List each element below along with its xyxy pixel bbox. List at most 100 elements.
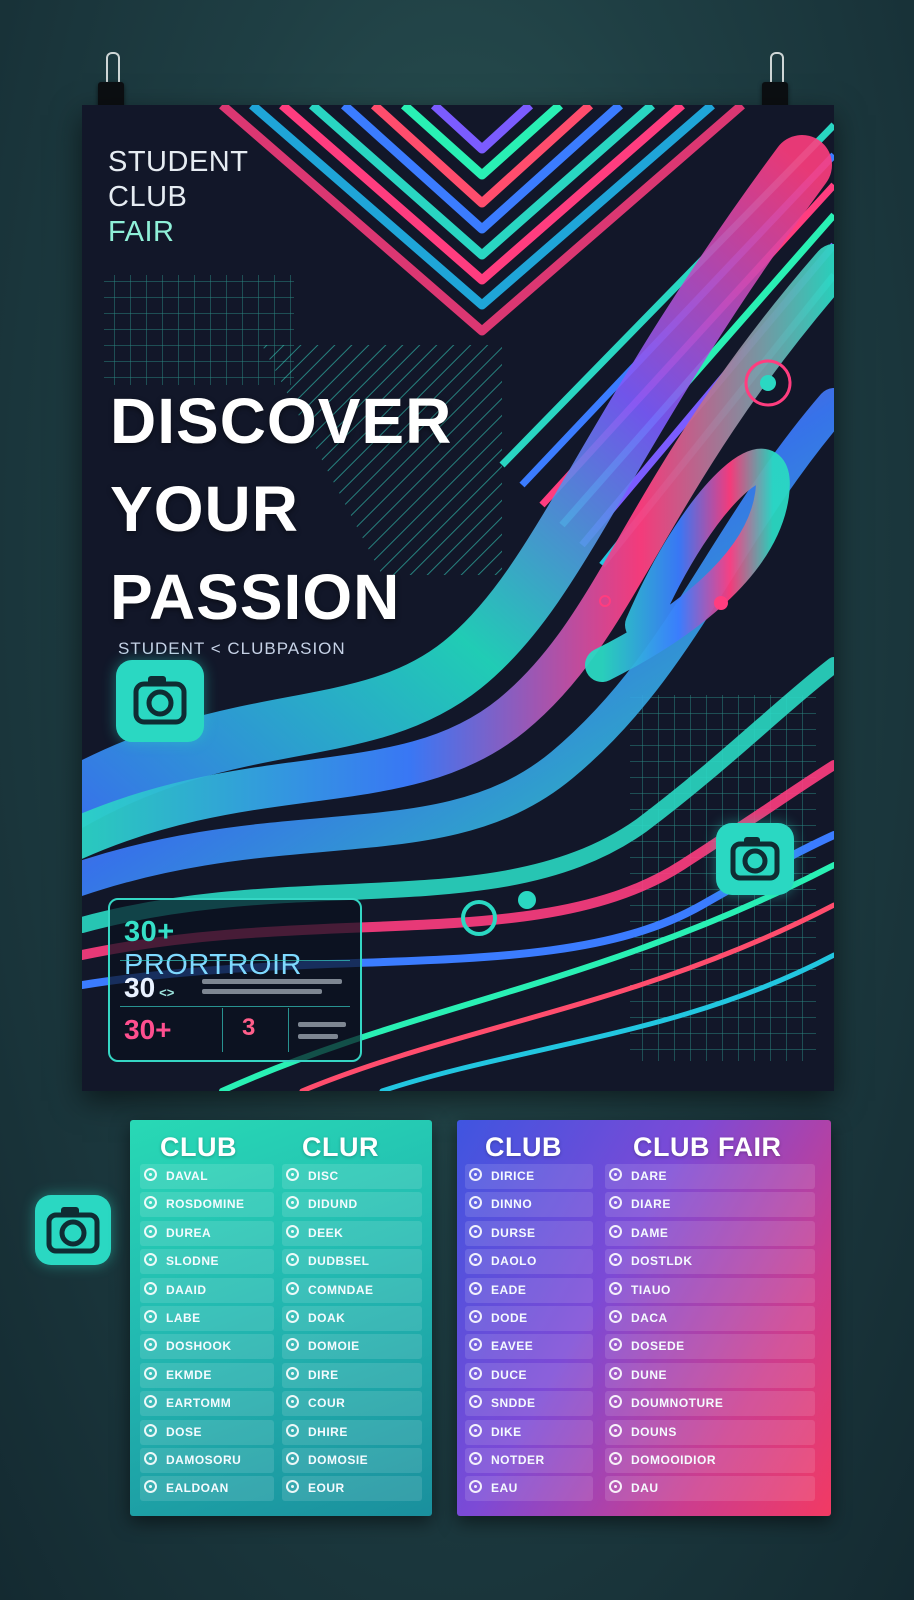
target-bullet-icon <box>286 1480 299 1494</box>
club-list-item-label: DUDBSEL <box>308 1254 370 1269</box>
target-bullet-icon <box>609 1366 622 1380</box>
target-bullet-icon <box>144 1480 157 1494</box>
club-list-item: DOSEDE <box>605 1334 815 1360</box>
camera-icon <box>35 1195 111 1265</box>
club-list-item-label: NOTDER <box>491 1452 545 1467</box>
target-bullet-icon <box>609 1253 622 1267</box>
target-bullet-icon <box>469 1309 482 1323</box>
club-list-item: DUREA <box>140 1220 274 1246</box>
target-bullet-icon <box>144 1395 157 1409</box>
club-list-item-label: ROSDOMINE <box>166 1197 245 1212</box>
club-list-item-label: DAVAL <box>166 1169 209 1183</box>
card-left-header-2: CLUR <box>302 1132 379 1162</box>
target-bullet-icon <box>286 1168 299 1181</box>
club-list-item: DOSHOOK <box>140 1334 274 1360</box>
club-list-item-label: DIRICE <box>491 1169 535 1183</box>
target-bullet-icon <box>469 1253 482 1267</box>
target-bullet-icon <box>469 1451 482 1465</box>
kicker-line-3: FAIR <box>108 216 175 248</box>
club-list-item-label: DUNE <box>631 1367 668 1382</box>
club-list-item: DIRE <box>282 1362 422 1388</box>
club-list-item-label: DOMOOIDIOR <box>631 1452 716 1467</box>
target-bullet-icon <box>609 1309 622 1323</box>
card-left-column-1: DAVAL ROSDOMINE DUREA SLODNE DAAID LABE DOSHOO… <box>140 1164 274 1505</box>
target-bullet-icon <box>286 1423 299 1437</box>
club-list-item-label: DOUNS <box>631 1424 677 1439</box>
club-list-item-label: DAOLO <box>491 1254 537 1269</box>
club-list-item-label: DIKE <box>491 1424 522 1439</box>
club-list-item-label: DHIRE <box>308 1424 348 1439</box>
target-bullet-icon <box>469 1168 482 1181</box>
club-list-item-label: DOMOIE <box>308 1339 360 1354</box>
target-bullet-icon <box>609 1423 622 1437</box>
target-bullet-icon <box>144 1253 157 1267</box>
target-bullet-icon <box>144 1281 157 1295</box>
target-bullet-icon <box>144 1196 157 1210</box>
stats-row-2-small-number: 3 <box>242 1014 256 1041</box>
club-list-item-label: EARTOMM <box>166 1396 232 1411</box>
club-list-item: DOAK <box>282 1305 422 1331</box>
club-list-item-label: DINNO <box>491 1197 533 1212</box>
stats-divider <box>120 1006 350 1007</box>
club-list-item-label: DACA <box>631 1310 668 1325</box>
club-list-item: DINNO <box>465 1192 593 1218</box>
club-list-item: DIRICE <box>465 1164 593 1189</box>
club-list-item: LABE <box>140 1305 274 1331</box>
club-list-item: DOSTLDK <box>605 1249 815 1275</box>
club-list-item-label: EADE <box>491 1282 527 1297</box>
club-list-item: DAOLO <box>465 1249 593 1275</box>
club-list-item-label: DEEK <box>308 1225 344 1240</box>
club-list-item: DOMOOIDIOR <box>605 1447 815 1473</box>
target-bullet-icon <box>609 1196 622 1210</box>
club-list-item: DAU <box>605 1476 815 1502</box>
poster-tagline: STUDENT < CLUBPASION <box>118 639 346 658</box>
club-list-item: DOSE <box>140 1419 274 1445</box>
target-bullet-icon <box>286 1366 299 1380</box>
target-bullet-icon <box>286 1309 299 1323</box>
stats-row-2-number: 30+ <box>124 1014 172 1045</box>
club-list-item-label: EAU <box>491 1481 518 1496</box>
club-list-item-label: COUR <box>308 1396 346 1411</box>
club-list-item-label: SLODNE <box>166 1254 220 1269</box>
club-list-item: DIARE <box>605 1192 815 1218</box>
target-bullet-icon <box>286 1395 299 1409</box>
club-list-item: DUDBSEL <box>282 1249 422 1275</box>
club-list-item-label: DOAK <box>308 1310 346 1325</box>
club-list-item-label: DOUMNOTURE <box>631 1396 724 1411</box>
target-bullet-icon <box>609 1338 622 1352</box>
club-list-item-label: DOSE <box>166 1424 203 1439</box>
club-list-item-label: DOMOSIE <box>308 1452 369 1467</box>
club-list-item: EAVEE <box>465 1334 593 1360</box>
target-bullet-icon <box>286 1253 299 1267</box>
club-list-item: DAME <box>605 1220 815 1246</box>
club-list-card-right: CLUB CLUB FAIR DIRICE DINNO DURSE DAOLO EADE… <box>457 1120 831 1516</box>
target-bullet-icon <box>286 1338 299 1352</box>
target-bullet-icon <box>469 1281 482 1295</box>
target-bullet-icon <box>469 1395 482 1409</box>
card-left-column-2: DISC DIDUND DEEK DUDBSEL COMNDAE DOAK DOMOIE DI… <box>282 1164 422 1505</box>
target-bullet-icon <box>469 1338 482 1352</box>
club-list-item-label: DUREA <box>166 1225 212 1240</box>
kicker-line-1: STUDENT <box>108 146 249 178</box>
club-list-item-label: SNDDE <box>491 1396 536 1411</box>
target-bullet-icon <box>144 1309 157 1323</box>
club-list-item: DHIRE <box>282 1419 422 1445</box>
kicker-line-2: CLUB <box>108 181 188 213</box>
club-list-item: SLODNE <box>140 1249 274 1275</box>
club-list-item: EKMDE <box>140 1362 274 1388</box>
target-bullet-icon <box>469 1423 482 1437</box>
club-list-item-label: DURSE <box>491 1225 536 1240</box>
target-bullet-icon <box>609 1395 622 1409</box>
headline-line-2: YOUR <box>110 473 299 545</box>
club-list-item: DISC <box>282 1164 422 1189</box>
club-list-item: DOMOIE <box>282 1334 422 1360</box>
club-list-item: DOUNS <box>605 1419 815 1445</box>
card-right-header-2: CLUB FAIR <box>633 1132 782 1162</box>
club-list-item: SNDDE <box>465 1391 593 1417</box>
target-bullet-icon <box>286 1451 299 1465</box>
club-list-item: DAAID <box>140 1277 274 1303</box>
club-list-item: ROSDOMINE <box>140 1192 274 1218</box>
target-bullet-icon <box>609 1281 622 1295</box>
target-bullet-icon <box>609 1168 622 1181</box>
target-bullet-icon <box>609 1451 622 1465</box>
